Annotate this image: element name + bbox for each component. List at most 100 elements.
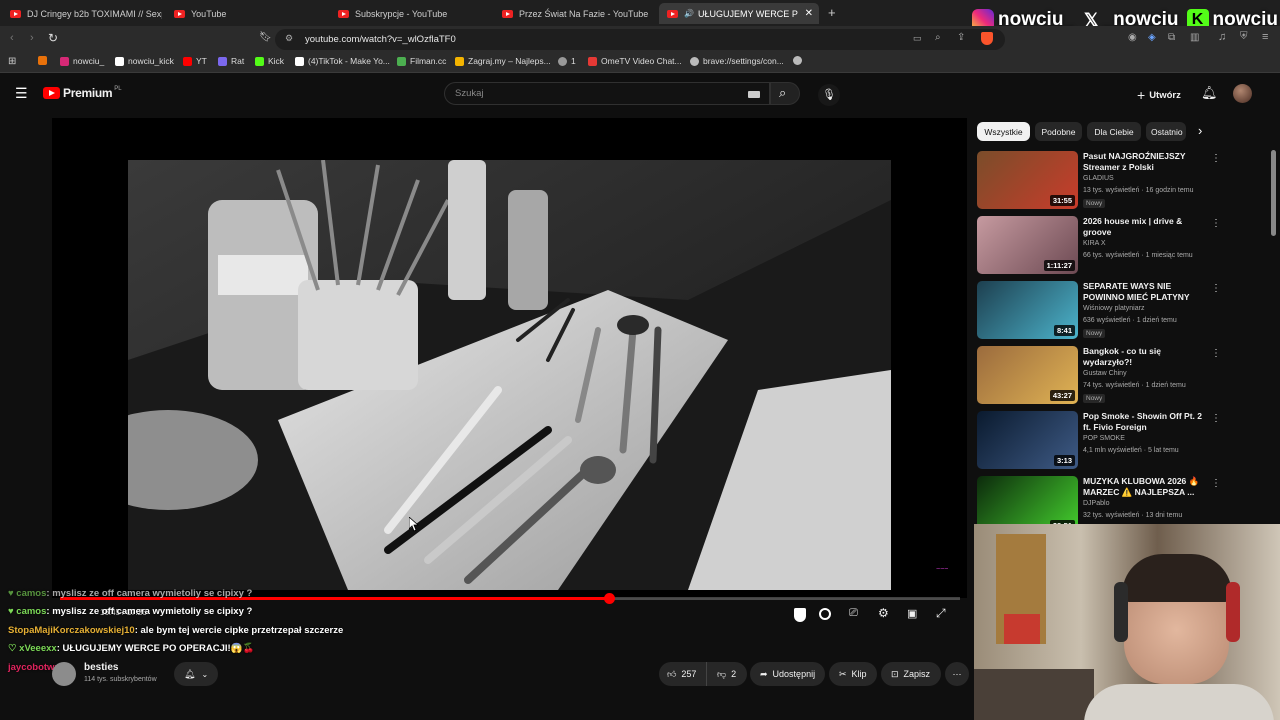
wallet-icon[interactable]: ◈ bbox=[1148, 32, 1156, 43]
chevron-right-icon[interactable]: › bbox=[1198, 123, 1202, 138]
miniplayer-icon[interactable]: ▣ bbox=[907, 607, 917, 620]
menu-icon[interactable]: ≡ bbox=[1262, 31, 1268, 43]
video-thumbnail[interactable]: 3:13 bbox=[977, 411, 1078, 469]
bookmark-item[interactable]: Filman.cc bbox=[397, 56, 446, 66]
browser-tab[interactable]: YouTube bbox=[166, 3, 326, 24]
create-button[interactable]: + Utwórz bbox=[1137, 87, 1181, 103]
recommendation-channel[interactable]: KIRA X bbox=[1083, 240, 1106, 247]
video-thumbnail[interactable]: 1:11:27 bbox=[977, 216, 1078, 274]
chip-related[interactable]: Podobne bbox=[1035, 122, 1082, 141]
sponsor-block-icon[interactable] bbox=[794, 608, 806, 622]
browser-tab-active[interactable]: 🔊UŁUGUJEMY WERCE PO OP✕ bbox=[659, 3, 819, 24]
close-tab-icon[interactable]: ✕ bbox=[805, 8, 813, 19]
microphone-icon[interactable]: 🎙︎ bbox=[818, 84, 840, 106]
bookmark-item[interactable]: YT bbox=[183, 56, 207, 66]
recommendation-title[interactable]: SEPARATE WAYS NIE POWINNO MIEĆ PLATYNY bbox=[1083, 281, 1207, 303]
music-icon[interactable]: ♫ bbox=[1218, 31, 1226, 43]
recommendation-title[interactable]: Pop Smoke - Showin Off Pt. 2 ft. Fivio F… bbox=[1083, 411, 1207, 433]
recommendation-item[interactable]: 43:27 Bangkok - co tu się wydarzyło?! Gu… bbox=[977, 346, 1221, 404]
scrollbar[interactable] bbox=[1271, 150, 1276, 236]
recommendation-item[interactable]: 3:13 Pop Smoke - Showin Off Pt. 2 ft. Fi… bbox=[977, 411, 1221, 469]
notifications-bell-icon[interactable]: 🔔︎ bbox=[1201, 85, 1218, 101]
share-icon[interactable]: ⇪ bbox=[957, 32, 965, 43]
more-options-icon[interactable]: ⋮ bbox=[1211, 153, 1221, 164]
new-tab-button[interactable]: + bbox=[828, 5, 836, 20]
like-button[interactable]: 👍︎ 257 bbox=[659, 662, 706, 686]
recommendation-title[interactable]: MUZYKA KLUBOWA 2026 🔥 MARZEC ⚠️ NAJLEPSZ… bbox=[1083, 476, 1207, 498]
keyboard-icon[interactable] bbox=[748, 91, 760, 98]
vpn-icon[interactable]: ◉ bbox=[1128, 32, 1137, 43]
browser-tab[interactable]: Przez Świat Na Fazie - YouTube bbox=[494, 3, 656, 24]
url-field[interactable]: ⚙ youtube.com/watch?v=_wlOzflaTF0 ▭ ⌕ ⇪ bbox=[275, 29, 1005, 50]
more-actions-button[interactable]: ⋯ bbox=[945, 662, 969, 686]
forward-icon[interactable]: › bbox=[30, 32, 34, 44]
chip-all[interactable]: Wszystkie bbox=[977, 122, 1030, 141]
recommendation-channel[interactable]: Wiśniowy platyniarz bbox=[1083, 305, 1144, 312]
bookmark-item[interactable]: Rat bbox=[218, 56, 244, 66]
apps-grid-icon[interactable]: ⊞ bbox=[8, 56, 16, 67]
bookmark-icon[interactable]: 🔖︎ bbox=[259, 32, 272, 43]
more-options-icon[interactable]: ⋮ bbox=[1211, 283, 1221, 294]
bookmark-item[interactable]: OmeTV Video Chat... bbox=[588, 56, 682, 66]
channel-name[interactable]: besties bbox=[84, 662, 118, 673]
video-thumbnail[interactable]: 43:27 bbox=[977, 346, 1078, 404]
clip-button[interactable]: ✂ Klip bbox=[829, 662, 877, 686]
chip-for-you[interactable]: Dla Ciebie bbox=[1087, 122, 1141, 141]
browser-tab[interactable]: DJ Cringey b2b TOXIMAMI // Sexpre bbox=[2, 3, 162, 24]
recommendation-channel[interactable]: DJPablo bbox=[1083, 500, 1109, 507]
bookmark-item[interactable]: Kick bbox=[255, 56, 284, 66]
recommendation-item[interactable]: 1:11:27 2026 house mix | drive & groove … bbox=[977, 216, 1221, 274]
bookmark-item[interactable]: Zagraj.my – Najleps... bbox=[455, 56, 551, 66]
back-icon[interactable]: ‹ bbox=[10, 32, 14, 44]
recommendation-title[interactable]: 2026 house mix | drive & groove bbox=[1083, 216, 1207, 238]
brave-shields-icon[interactable] bbox=[981, 32, 993, 45]
shield-icon[interactable]: ⛨ bbox=[1240, 31, 1248, 42]
video-thumbnail[interactable]: 8:41 bbox=[977, 281, 1078, 339]
bookmark-item[interactable]: (4)TikTok - Make Yo... bbox=[295, 56, 390, 66]
browser-tab[interactable]: Subskrypcje - YouTube bbox=[330, 3, 490, 24]
video-thumbnail[interactable]: 31:55 bbox=[977, 151, 1078, 209]
reload-icon[interactable]: ↻ bbox=[48, 31, 58, 45]
recommendation-item[interactable]: 8:41 SEPARATE WAYS NIE POWINNO MIEĆ PLAT… bbox=[977, 281, 1221, 339]
extensions-icon[interactable]: ⧉ bbox=[1168, 32, 1175, 43]
recommendation-channel[interactable]: GLADIUS bbox=[1083, 175, 1114, 182]
bookmark-item[interactable]: nowciu_kick bbox=[115, 56, 174, 66]
avatar[interactable] bbox=[1233, 84, 1252, 103]
settings-gear-icon[interactable]: ⚙ bbox=[878, 606, 889, 620]
recommendation-channel[interactable]: Gustaw Chiny bbox=[1083, 370, 1127, 377]
globe-icon[interactable] bbox=[793, 56, 802, 65]
autoplay-toggle-icon[interactable] bbox=[819, 608, 831, 620]
channel-avatar[interactable] bbox=[52, 662, 76, 686]
site-info-icon[interactable]: ⚙ bbox=[285, 33, 293, 44]
more-options-icon[interactable]: ⋮ bbox=[1211, 478, 1221, 489]
hamburger-menu-icon[interactable]: ☰ bbox=[15, 85, 28, 102]
dislike-button[interactable]: 👎︎ 2 bbox=[706, 662, 747, 686]
recommendation-channel[interactable]: POP SMOKE bbox=[1083, 435, 1125, 442]
save-button[interactable]: ⊡ Zapisz bbox=[881, 662, 941, 686]
search-input[interactable]: Szukaj bbox=[444, 82, 770, 105]
recommendation-title[interactable]: Pasut NAJGROŹNIEJSZY Streamer z Polski bbox=[1083, 151, 1207, 173]
recommendation-title[interactable]: Bangkok - co tu się wydarzyło?! bbox=[1083, 346, 1207, 368]
subscribe-bell-button[interactable]: 🔔︎ ⌄ bbox=[174, 662, 218, 686]
sidebar-icon[interactable]: ▥ bbox=[1190, 32, 1199, 43]
more-options-icon[interactable]: ⋮ bbox=[1211, 218, 1221, 229]
video-frame[interactable] bbox=[128, 160, 891, 590]
share-button[interactable]: ➦ Udostępnij bbox=[750, 662, 825, 686]
youtube-logo[interactable]: Premium PL bbox=[43, 86, 122, 100]
subtitles-icon[interactable]: ⎚ bbox=[849, 607, 858, 620]
fullscreen-icon[interactable]: ⤢ bbox=[936, 606, 946, 621]
progress-scrubber[interactable] bbox=[604, 593, 615, 604]
globe-icon bbox=[690, 56, 699, 66]
bookmark-item[interactable]: brave://settings/con... bbox=[690, 56, 784, 66]
more-options-icon[interactable]: ⋮ bbox=[1211, 413, 1221, 424]
search-button[interactable]: ⌕ bbox=[770, 82, 800, 105]
chip-recent[interactable]: Ostatnio bbox=[1146, 122, 1186, 141]
bookmark-item[interactable]: nowciu_ bbox=[60, 56, 104, 66]
zoom-icon[interactable]: ⌕ bbox=[935, 32, 941, 43]
bookmark-item[interactable]: 1 bbox=[558, 56, 576, 66]
bookmark-item[interactable] bbox=[38, 56, 51, 65]
more-options-icon[interactable]: ⋮ bbox=[1211, 348, 1221, 359]
cast-icon[interactable]: ▭ bbox=[913, 33, 922, 44]
video-player[interactable]: ~~~ 16:45 / 17:26 ⎚ ⚙ ▣ ⤢ bbox=[52, 118, 967, 622]
recommendation-item[interactable]: 31:55 Pasut NAJGROŹNIEJSZY Streamer z Po… bbox=[977, 151, 1221, 209]
